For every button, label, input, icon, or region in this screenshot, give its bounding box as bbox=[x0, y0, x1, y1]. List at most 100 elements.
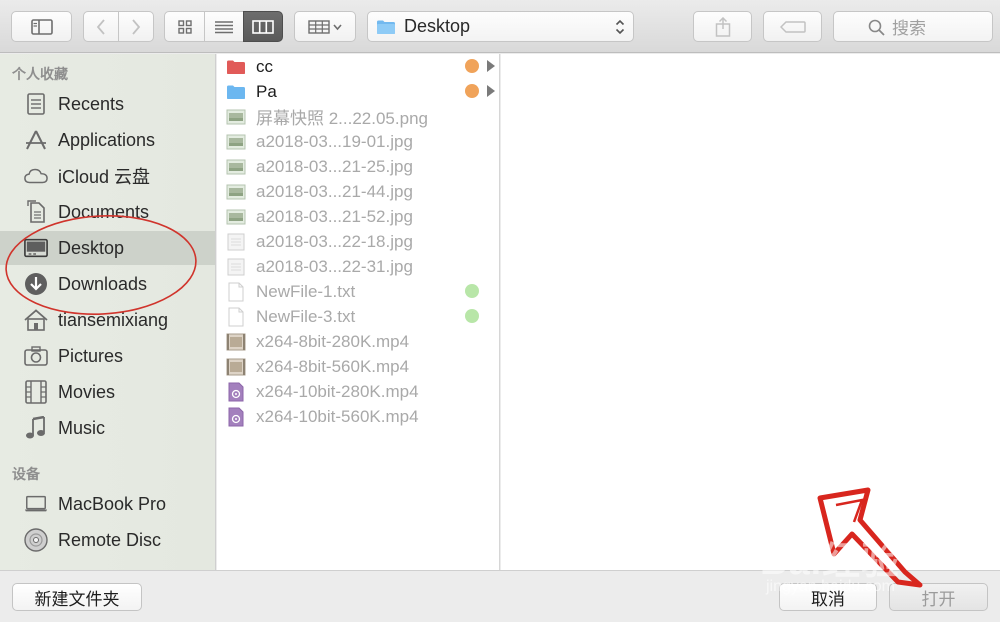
file-row[interactable]: x264-10bit-280K.mp4 bbox=[217, 379, 500, 404]
file-row[interactable]: x264-8bit-280K.mp4 bbox=[217, 329, 500, 354]
sidebar-item-downloads[interactable]: Downloads bbox=[0, 267, 215, 301]
documents-icon bbox=[24, 200, 48, 224]
forward-button[interactable] bbox=[118, 11, 154, 42]
file-name: a2018-03...22-31.jpg bbox=[256, 256, 413, 276]
file-row[interactable]: cc bbox=[217, 54, 500, 79]
preview-column bbox=[501, 54, 1000, 570]
music-icon bbox=[24, 416, 48, 440]
sidebar-icon bbox=[30, 18, 53, 35]
sidebar-item-applications[interactable]: Applications bbox=[0, 123, 215, 157]
file-row[interactable]: a2018-03...21-52.jpg bbox=[217, 204, 500, 229]
devices-header: 设备 bbox=[12, 466, 40, 482]
file-row[interactable]: 屏幕快照 2...22.05.png bbox=[217, 104, 500, 129]
columns-icon bbox=[252, 19, 274, 34]
tag-dot-icon bbox=[465, 84, 479, 98]
image-file-icon bbox=[226, 258, 246, 276]
file-name: 屏幕快照 2...22.05.png bbox=[256, 109, 428, 128]
media-file-icon bbox=[226, 382, 246, 401]
text-file-icon bbox=[226, 307, 246, 326]
file-name: NewFile-1.txt bbox=[256, 281, 356, 301]
sidebar-item-label: MacBook Pro bbox=[58, 493, 167, 514]
file-column: cc Pa 屏幕快照 2...22.05.png a2018-03...19-01.j… bbox=[217, 54, 500, 570]
recents-icon bbox=[24, 92, 48, 116]
sidebar-item-recents[interactable]: Recents bbox=[0, 87, 215, 121]
file-row[interactable]: a2018-03...19-01.jpg bbox=[217, 129, 500, 154]
file-name: a2018-03...19-01.jpg bbox=[256, 131, 413, 151]
share-icon bbox=[715, 16, 730, 37]
list-view-button[interactable] bbox=[204, 11, 244, 42]
image-file-icon bbox=[226, 133, 246, 151]
search-input[interactable]: 搜索 bbox=[833, 11, 993, 42]
list-icon bbox=[215, 20, 233, 33]
file-row[interactable]: NewFile-1.txt bbox=[217, 279, 500, 304]
folder-icon bbox=[226, 58, 246, 76]
watermark-logo: Bai经验 bbox=[760, 541, 901, 583]
icloud-icon bbox=[24, 164, 48, 188]
file-name: x264-10bit-280K.mp4 bbox=[256, 381, 419, 401]
file-name: x264-8bit-560K.mp4 bbox=[256, 356, 410, 376]
view-mode-segment bbox=[164, 11, 283, 42]
sidebar-item-label: Music bbox=[58, 417, 106, 438]
file-row[interactable]: x264-8bit-560K.mp4 bbox=[217, 354, 500, 379]
sidebar-item-label: Recents bbox=[58, 93, 125, 114]
sidebar: 个人收藏 Recents Applications iCloud 云盘 Docu… bbox=[0, 54, 216, 570]
file-row[interactable]: a2018-03...21-25.jpg bbox=[217, 154, 500, 179]
tag-dot-icon bbox=[465, 59, 479, 73]
disclosure-arrow-icon bbox=[487, 60, 495, 72]
video-file-icon bbox=[226, 358, 246, 376]
text-file-icon bbox=[226, 282, 246, 301]
file-name: a2018-03...21-52.jpg bbox=[256, 206, 413, 226]
path-popup[interactable]: Desktop bbox=[367, 11, 634, 42]
sidebar-item-home[interactable]: tiansemixiang bbox=[0, 303, 215, 337]
sidebar-item-label: Desktop bbox=[58, 237, 125, 258]
new-folder-button[interactable]: 新建文件夹 bbox=[12, 583, 142, 611]
disc-icon bbox=[24, 528, 48, 552]
watermark-url: jingyan.baidu.com bbox=[766, 578, 895, 595]
movies-icon bbox=[24, 380, 48, 404]
downloads-icon bbox=[24, 272, 48, 296]
tag-button[interactable] bbox=[763, 11, 822, 42]
chevron-right-icon bbox=[132, 18, 141, 35]
column-view-button[interactable] bbox=[243, 11, 283, 42]
video-file-icon bbox=[226, 333, 246, 351]
file-row[interactable]: NewFile-3.txt bbox=[217, 304, 500, 329]
open-button[interactable]: 打开 bbox=[889, 583, 988, 611]
arrange-dropdown-button[interactable] bbox=[294, 11, 356, 42]
applications-icon bbox=[24, 128, 48, 152]
sidebar-item-label: Downloads bbox=[58, 273, 148, 294]
share-button[interactable] bbox=[693, 11, 752, 42]
sidebar-item-macbook-pro[interactable]: MacBook Pro bbox=[0, 487, 215, 521]
updown-chevron-icon bbox=[615, 19, 625, 35]
sidebar-item-documents[interactable]: Documents bbox=[0, 195, 215, 229]
file-row[interactable]: a2018-03...22-18.jpg bbox=[217, 229, 500, 254]
home-icon bbox=[24, 308, 48, 332]
tag-dot-icon bbox=[465, 284, 479, 298]
sidebar-item-label: Remote Disc bbox=[58, 529, 162, 550]
file-row[interactable]: a2018-03...22-31.jpg bbox=[217, 254, 500, 279]
tag-icon bbox=[779, 20, 806, 33]
search-icon bbox=[868, 19, 885, 36]
image-file-icon bbox=[226, 233, 246, 251]
sidebar-item-pictures[interactable]: Pictures bbox=[0, 339, 215, 373]
file-name: NewFile-3.txt bbox=[256, 306, 356, 326]
file-name: cc bbox=[256, 56, 273, 76]
back-button[interactable] bbox=[83, 11, 119, 42]
disclosure-arrow-icon bbox=[487, 85, 495, 97]
arrange-grid-icon bbox=[308, 19, 342, 34]
sidebar-item-label: Applications bbox=[58, 129, 156, 150]
chevron-left-icon bbox=[96, 18, 105, 35]
image-file-icon bbox=[226, 158, 246, 176]
image-file-icon bbox=[226, 208, 246, 226]
sidebar-item-movies[interactable]: Movies bbox=[0, 375, 215, 409]
sidebar-item-desktop[interactable]: Desktop bbox=[0, 231, 215, 265]
file-name: Pa bbox=[256, 81, 277, 101]
file-row[interactable]: a2018-03...21-44.jpg bbox=[217, 179, 500, 204]
file-row[interactable]: Pa bbox=[217, 79, 500, 104]
icon-view-button[interactable] bbox=[164, 11, 205, 42]
sidebar-item-remote-disc[interactable]: Remote Disc bbox=[0, 523, 215, 557]
sidebar-item-icloud[interactable]: iCloud 云盘 bbox=[0, 159, 215, 193]
file-name: a2018-03...22-18.jpg bbox=[256, 231, 413, 251]
sidebar-item-music[interactable]: Music bbox=[0, 411, 215, 445]
file-row[interactable]: x264-10bit-560K.mp4 bbox=[217, 404, 500, 429]
sidebar-toggle-button[interactable] bbox=[11, 11, 72, 42]
